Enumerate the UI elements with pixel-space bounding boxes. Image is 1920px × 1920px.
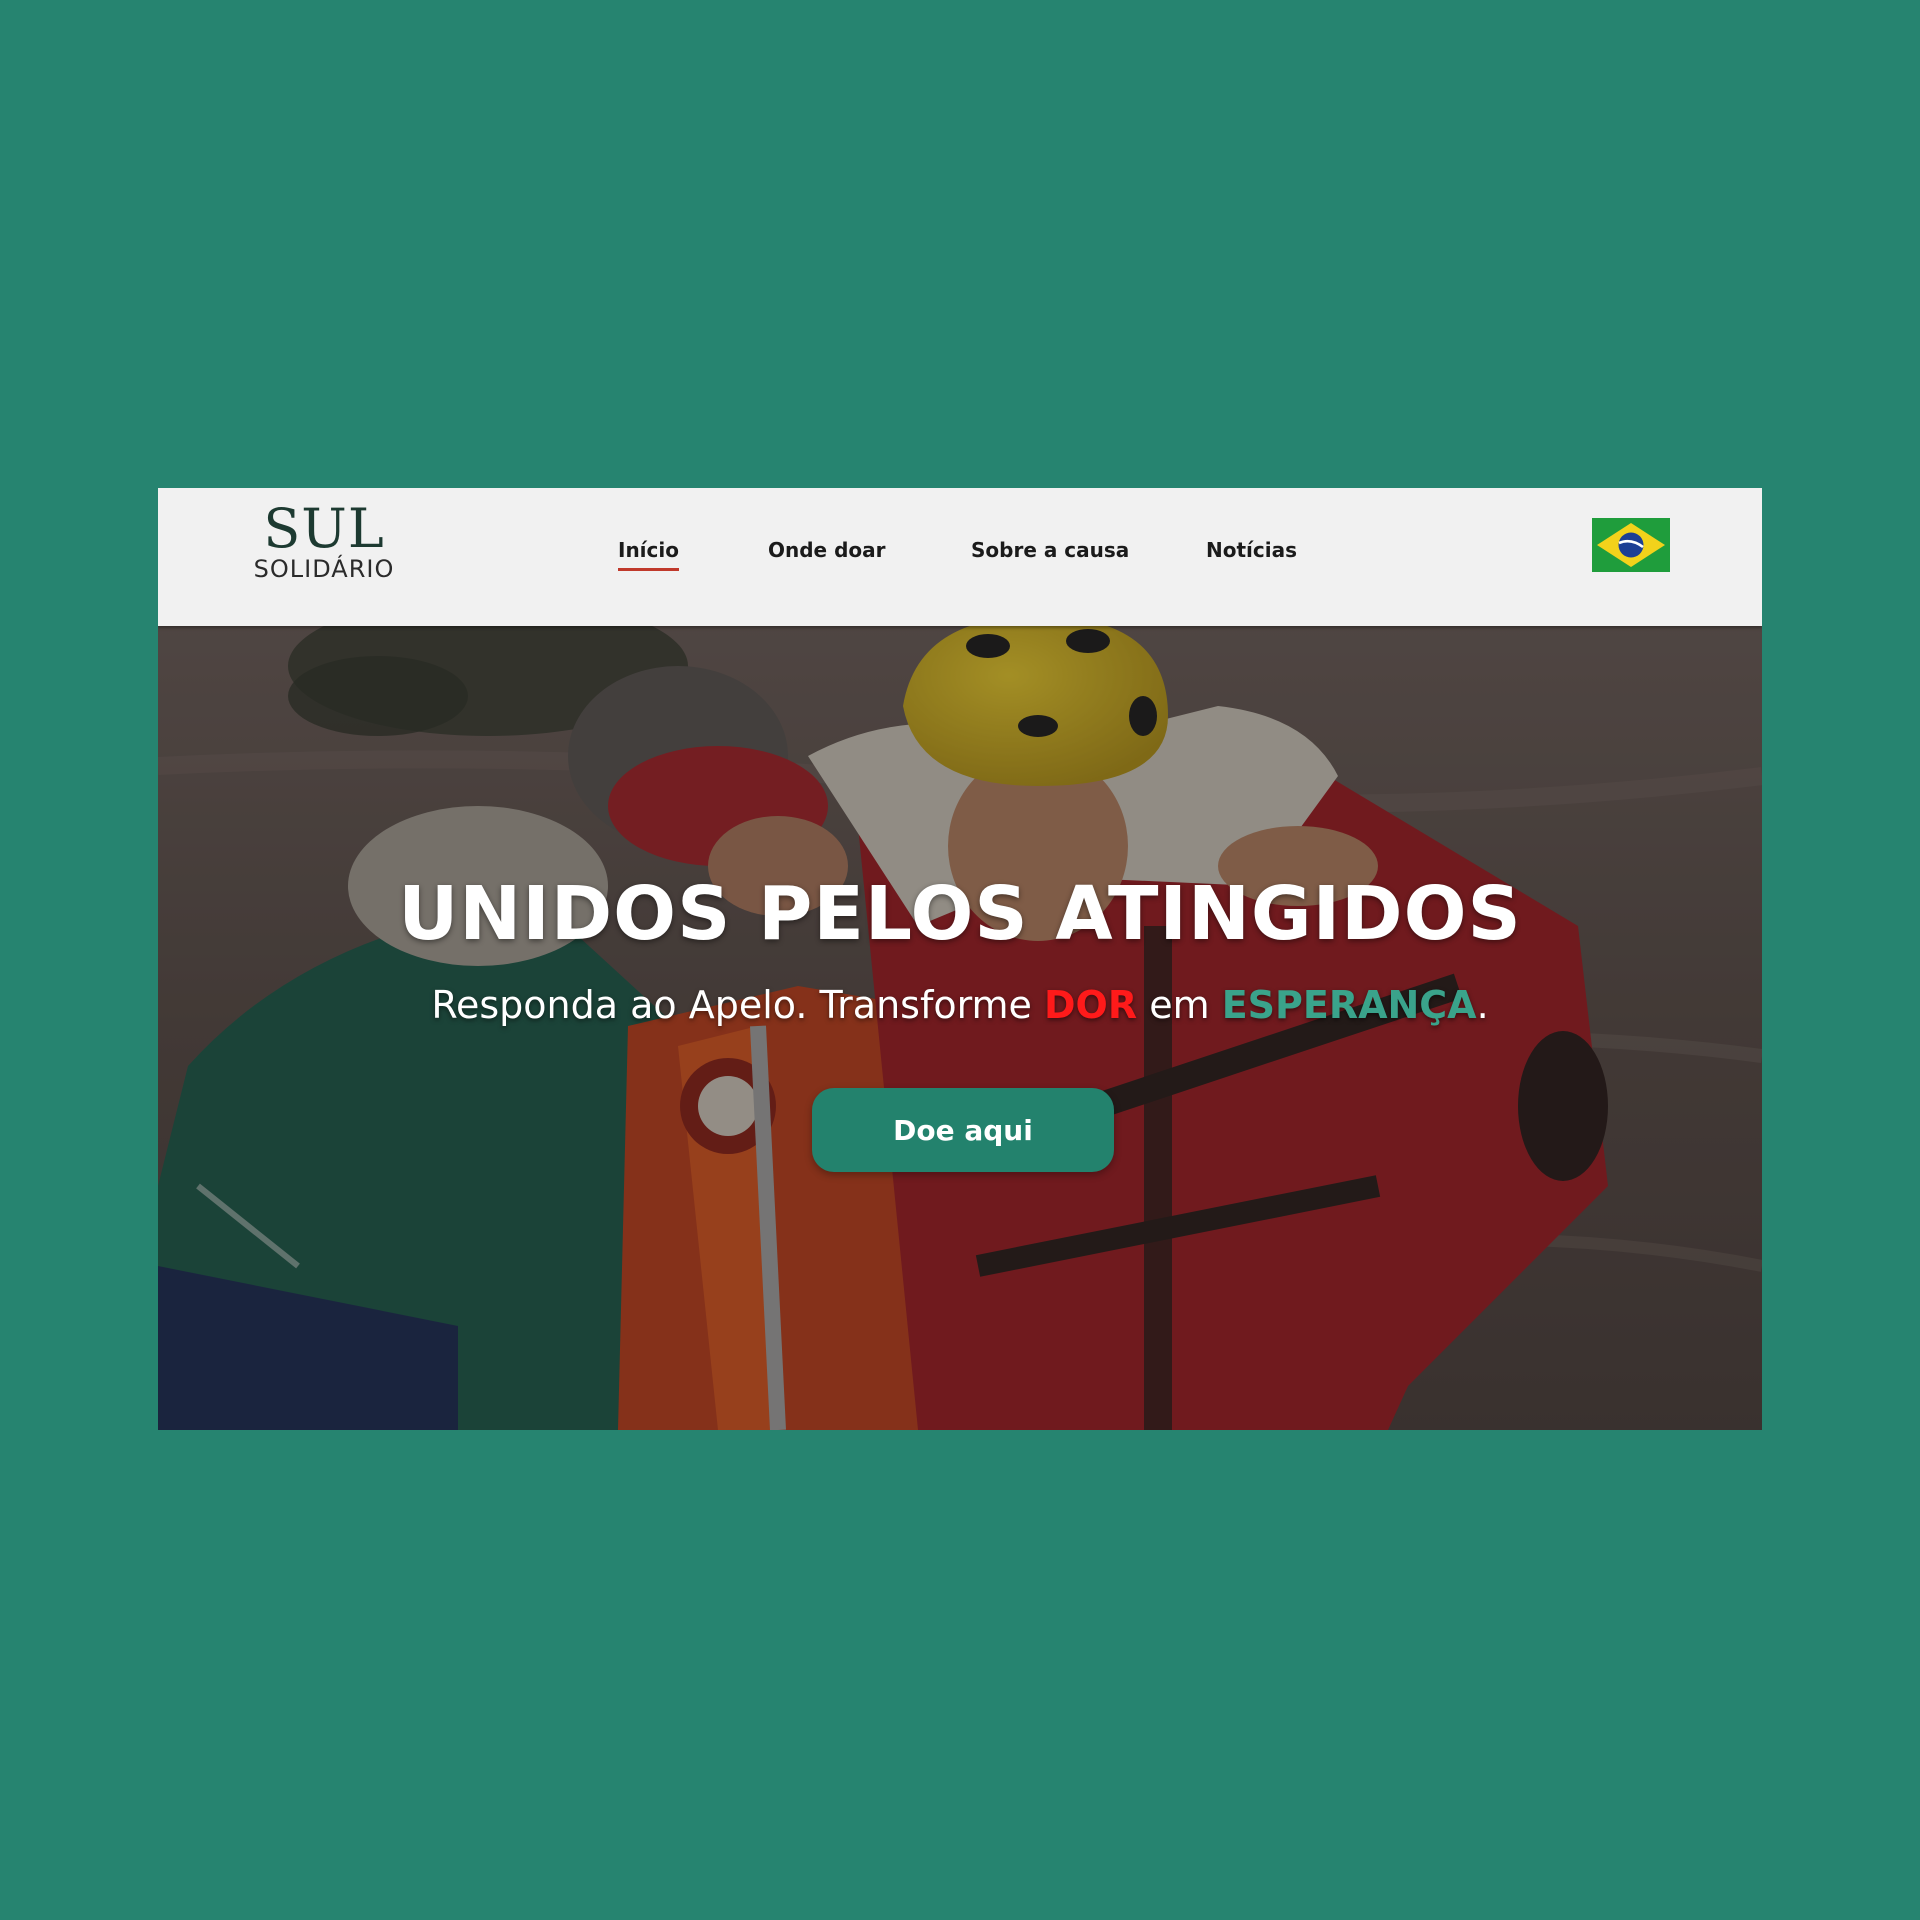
logo-main-text: SUL [263,497,385,560]
nav-item-onde-doar[interactable]: Onde doar [768,538,886,568]
subtitle-text-part2: em [1137,983,1222,1027]
hero-section: UNIDOS PELOS ATINGIDOS Responda ao Apelo… [158,626,1762,1430]
nav-item-sobre-a-causa[interactable]: Sobre a causa [971,538,1129,568]
hero-dark-overlay [158,626,1762,1430]
site-header: SUL SOLIDÁRIO Início Onde doar Sobre a c… [158,488,1762,626]
nav-item-inicio[interactable]: Início [618,538,679,571]
nav-item-noticias[interactable]: Notícias [1206,538,1297,568]
logo-sub-text: SOLIDÁRIO [253,555,395,583]
subtitle-highlight-pain: DOR [1044,983,1138,1027]
subtitle-highlight-hope: ESPERANÇA [1221,983,1477,1027]
subtitle-text-part1: Responda ao Apelo. Transforme [431,983,1045,1027]
logo[interactable]: SUL SOLIDÁRIO [244,497,404,583]
donate-button[interactable]: Doe aqui [812,1088,1114,1172]
brazil-flag-icon[interactable] [1592,518,1670,572]
website-mockup: SUL SOLIDÁRIO Início Onde doar Sobre a c… [158,488,1762,1430]
hero-subtitle: Responda ao Apelo. Transforme DOR em ESP… [158,982,1762,1028]
subtitle-text-part3: . [1476,983,1489,1027]
hero-title: UNIDOS PELOS ATINGIDOS [398,871,1522,957]
